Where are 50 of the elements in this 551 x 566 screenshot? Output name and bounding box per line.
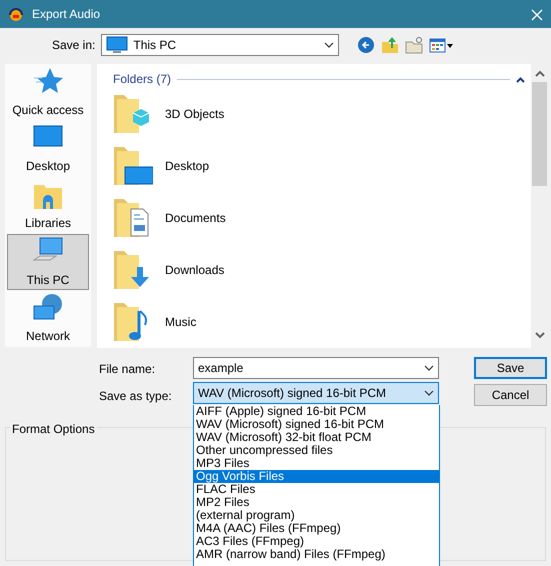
folder-item[interactable]: Downloads bbox=[113, 244, 531, 296]
scroll-thumb[interactable] bbox=[532, 82, 547, 186]
folder-item[interactable]: Music bbox=[113, 296, 531, 348]
save-in-label: Save in: bbox=[52, 37, 96, 54]
file-name-label: File name: bbox=[99, 360, 156, 378]
folder-item[interactable]: Desktop bbox=[113, 140, 531, 192]
back-button[interactable] bbox=[357, 36, 376, 54]
close-icon bbox=[531, 8, 543, 21]
dropdown-option[interactable]: FLAC Files bbox=[194, 483, 439, 496]
file-type-dropdown[interactable]: WAV (Microsoft) signed 16-bit PCM bbox=[193, 382, 439, 404]
up-folder-button[interactable] bbox=[381, 36, 400, 54]
dropdown-option[interactable]: WAV (Microsoft) signed 16-bit PCM bbox=[194, 418, 439, 431]
group-heading: Folders (7) bbox=[113, 71, 172, 88]
dropdown-option[interactable]: MP2 Files bbox=[194, 496, 439, 509]
dropdown-option[interactable]: AC3 Files (FFmpeg) bbox=[194, 535, 439, 548]
save-as-type-label: Save as type: bbox=[99, 388, 173, 404]
folder-item[interactable]: 3D Objects bbox=[113, 88, 531, 140]
view-grid-icon bbox=[429, 38, 454, 54]
app-icon bbox=[8, 6, 24, 22]
view-menu-button[interactable] bbox=[429, 36, 454, 54]
dropdown-option[interactable]: AMR (narrow band) Files (FFmpeg) bbox=[194, 548, 439, 561]
sidebar-item[interactable]: Quick access bbox=[5, 64, 91, 121]
sidebar-item[interactable]: Network bbox=[5, 290, 91, 347]
sidebar-item[interactable]: Desktop bbox=[5, 120, 91, 178]
chevron-down-icon bbox=[424, 364, 434, 372]
sidebar-item[interactable]: This PC bbox=[7, 234, 89, 290]
file-name-field[interactable]: example bbox=[193, 357, 439, 379]
dropdown-option[interactable]: MP3 Files bbox=[194, 457, 439, 470]
folder-item[interactable]: Documents bbox=[113, 192, 531, 244]
monitor-icon bbox=[106, 36, 128, 54]
folder-up-arrow-icon bbox=[381, 36, 400, 54]
dialog-button[interactable]: Save bbox=[474, 357, 547, 379]
new-folder-button[interactable] bbox=[405, 36, 424, 54]
dialog-button[interactable]: Cancel bbox=[474, 384, 547, 406]
dropdown-option[interactable]: Other uncompressed files bbox=[194, 444, 439, 457]
window-title: Export Audio bbox=[32, 6, 102, 23]
dropdown-option[interactable]: Ogg Vorbis Files bbox=[194, 470, 439, 483]
chevron-down-icon bbox=[424, 390, 434, 396]
save-in-dropdown[interactable]: This PC bbox=[101, 34, 340, 56]
sidebar-item[interactable]: Libraries bbox=[5, 177, 91, 234]
new-folder-icon bbox=[405, 36, 424, 54]
scroll-down-icon bbox=[534, 331, 544, 339]
dropdown-option[interactable]: M4A (AAC) Files (FFmpeg) bbox=[194, 522, 439, 535]
chevron-up-icon bbox=[516, 76, 525, 83]
folder-icon bbox=[113, 145, 153, 187]
dropdown-option[interactable]: (external program) bbox=[194, 509, 439, 522]
scroll-up-icon bbox=[534, 70, 544, 78]
dropdown-option[interactable]: AIFF (Apple) signed 16-bit PCM bbox=[194, 405, 439, 418]
chevron-down-icon bbox=[324, 42, 334, 48]
dropdown-option[interactable]: WAV (Microsoft) 32-bit float PCM bbox=[194, 431, 439, 444]
